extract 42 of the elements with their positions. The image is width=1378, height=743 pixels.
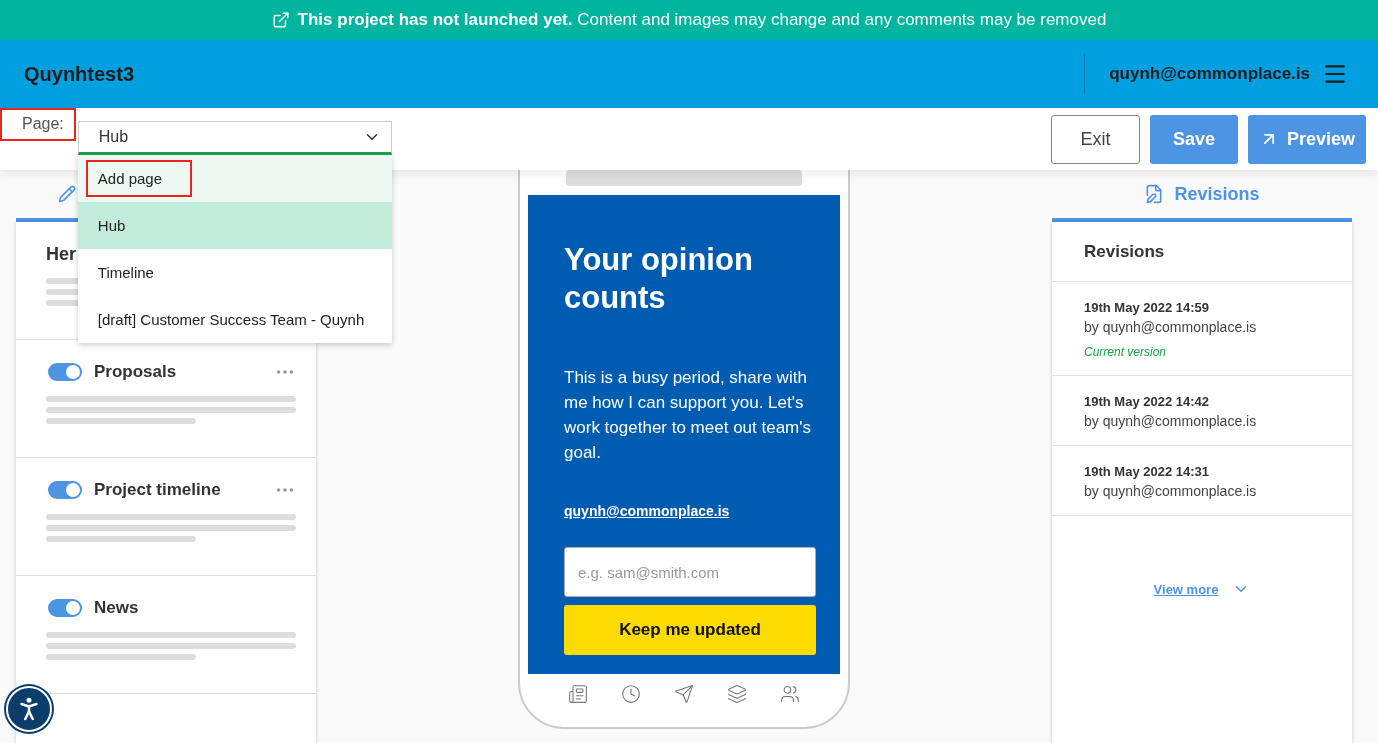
email-link[interactable]: quynh@commonplace.is [564, 503, 814, 519]
revision-row[interactable]: 19th May 2022 14:31 by quynh@commonplace.is [1052, 446, 1352, 516]
revision-row[interactable]: 19th May 2022 14:42 by quynh@commonplace.is [1052, 376, 1352, 446]
toggle-switch[interactable] [48, 481, 82, 499]
section-title: Her [46, 243, 77, 265]
section-title: News [94, 598, 140, 618]
paper-plane-icon[interactable] [674, 684, 694, 704]
revision-date: 19th May 2022 14:59 [1084, 300, 1211, 315]
clock-icon[interactable] [621, 684, 642, 704]
people-icon[interactable] [779, 684, 800, 704]
accessibility-button[interactable] [6, 686, 52, 732]
banner-text: This project has not launched yet. Content and images may change and any comments may be removed [297, 10, 1107, 30]
dropdown-option[interactable]: Timeline [77, 249, 392, 296]
edit-document-icon [1144, 184, 1165, 204]
keep-updated-button[interactable]: Keep me updated [564, 605, 816, 655]
revision-row[interactable]: 19th May 2022 14:59 by quynh@commonplace.is Current version [1052, 282, 1352, 376]
section-title: Proposals [94, 362, 178, 382]
revision-author: by quynh@commonplace.is [1084, 413, 1258, 429]
layers-icon[interactable] [726, 684, 747, 704]
phone-heading: Your opinion counts [564, 241, 754, 317]
project-name: Quynhtest3 [24, 62, 136, 86]
newspaper-icon[interactable] [568, 684, 589, 704]
user-email: quynh@commonplace.is [1109, 64, 1310, 84]
pencil-icon [58, 185, 76, 203]
phone-body-text: This is a busy period, share with me how I can support you. Let's work together to meet out team's goal. [564, 367, 813, 464]
current-version-label: Current version [1084, 345, 1168, 359]
revision-author: by quynh@commonplace.is [1084, 483, 1258, 499]
email-input[interactable]: e.g. sam@smith.com [564, 547, 816, 597]
page-label: Page: [0, 107, 76, 141]
toggle-switch[interactable] [48, 599, 82, 617]
revision-date: 19th May 2022 14:42 [1084, 394, 1211, 409]
toggle-switch[interactable] [48, 363, 82, 381]
dropdown-option[interactable]: Hub [77, 202, 392, 249]
revisions-title: Revisions [1084, 241, 1165, 262]
section-title: Project timeline [94, 480, 222, 500]
dropdown-option[interactable]: [draft] Customer Success Team - Quynh [77, 296, 392, 343]
revision-author: by quynh@commonplace.is [1084, 319, 1258, 335]
revision-date: 19th May 2022 14:31 [1084, 464, 1211, 479]
exit-button[interactable]: Exit [1051, 114, 1140, 164]
dropdown-option[interactable]: Add page [77, 155, 392, 202]
external-link-icon [271, 11, 290, 29]
page-select[interactable]: Hub [77, 121, 392, 155]
